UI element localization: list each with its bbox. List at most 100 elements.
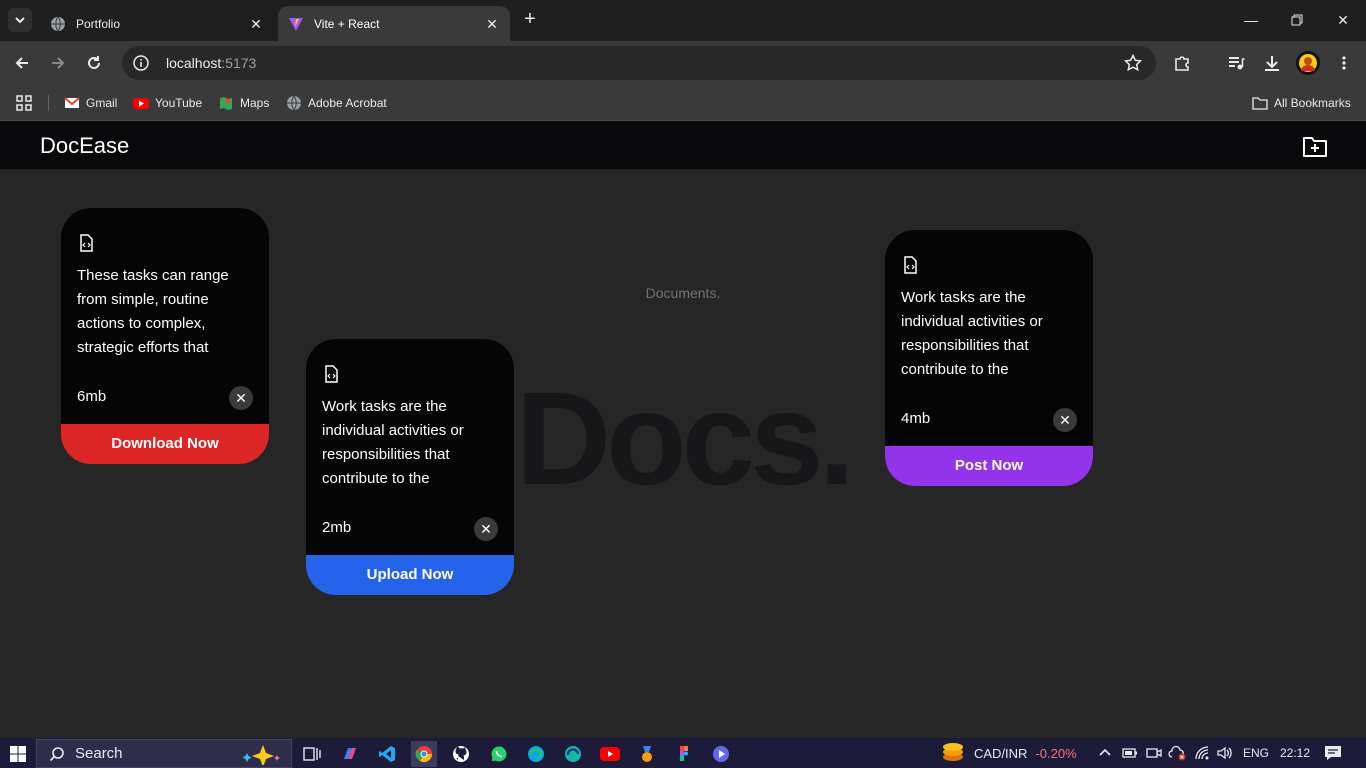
bookmark-adobe-acrobat[interactable]: Adobe Acrobat [286, 91, 387, 115]
close-icon[interactable]: ✕ [1053, 408, 1077, 432]
bookmarks-divider [48, 95, 49, 111]
currency-widget[interactable]: CAD/INR -0.20% [940, 738, 1077, 768]
taskbar-badge-app[interactable] [634, 741, 660, 767]
brand-title: DocEase [40, 133, 130, 158]
taskbar-search[interactable]: Search [36, 739, 292, 768]
volume-indicator[interactable] [1216, 738, 1234, 768]
language-indicator[interactable]: ENG [1243, 738, 1269, 768]
camera-indicator[interactable] [1146, 738, 1162, 768]
copilot-sparkle-icon [242, 745, 280, 765]
wifi-indicator[interactable] [1194, 738, 1210, 768]
close-tab-icon[interactable]: ✕ [248, 16, 264, 32]
tab-vite-react[interactable]: Vite + React ✕ [278, 6, 510, 41]
edge-beta-icon [565, 746, 581, 762]
taskbar-copilot[interactable] [337, 741, 363, 767]
reload-icon [88, 56, 100, 69]
post-now-button[interactable]: Post Now [885, 446, 1093, 486]
download-now-button[interactable]: Download Now [61, 424, 269, 464]
document-card[interactable]: Work tasks are the individual activities… [885, 230, 1093, 486]
tab-title: Vite + React [314, 16, 380, 31]
downloads-button[interactable] [1258, 49, 1286, 77]
new-tab-button[interactable]: + [518, 8, 542, 32]
windows-taskbar: Search CAD/INR -0.20% ENG 22:12 [0, 738, 1366, 768]
chrome-menu-button[interactable] [1330, 49, 1358, 77]
minimize-button[interactable]: — [1228, 0, 1274, 40]
forward-button[interactable] [44, 49, 72, 77]
battery-indicator[interactable] [1122, 738, 1138, 768]
close-icon[interactable]: ✕ [229, 386, 253, 410]
task-view-button[interactable] [299, 741, 325, 767]
add-document-icon[interactable] [1302, 133, 1328, 159]
address-bar[interactable]: localhost:5173 [122, 46, 1156, 80]
url-text: localhost:5173 [166, 55, 257, 71]
task-view-icon [303, 747, 321, 761]
figma-icon [680, 746, 688, 761]
tab-portfolio[interactable]: Portfolio ✕ [40, 6, 274, 41]
globe-icon [287, 95, 301, 111]
media-control-button[interactable] [1222, 49, 1250, 77]
github-icon [453, 746, 469, 762]
show-hidden-icons-button[interactable] [1098, 738, 1112, 768]
more-vertical-icon [1342, 56, 1346, 70]
edge-icon [528, 746, 544, 762]
bookmark-gmail[interactable]: Gmail [64, 91, 117, 115]
taskbar-figma[interactable] [671, 741, 697, 767]
close-icon[interactable]: ✕ [474, 517, 498, 541]
youtube-icon [600, 747, 620, 761]
extensions-button[interactable] [1168, 49, 1196, 77]
apps-button[interactable] [16, 91, 32, 115]
taskbar-media-app[interactable] [708, 741, 734, 767]
back-button[interactable] [8, 49, 36, 77]
search-icon [49, 746, 64, 761]
bookmark-label: Gmail [86, 96, 118, 110]
bookmark-label: Adobe Acrobat [308, 96, 387, 110]
puzzle-icon [1175, 56, 1189, 71]
bookmark-label: Maps [240, 96, 270, 110]
ticker-change: -0.20% [1035, 745, 1077, 761]
document-card[interactable]: These tasks can range from simple, routi… [61, 208, 269, 464]
taskbar-vscode[interactable] [374, 741, 400, 767]
bookmark-youtube[interactable]: YouTube [133, 91, 202, 115]
taskbar-whatsapp[interactable] [486, 741, 512, 767]
card-description: Work tasks are the individual activities… [322, 398, 464, 487]
cloud-error-icon [1168, 745, 1186, 761]
file-code-icon [904, 256, 917, 274]
document-card[interactable]: Work tasks are the individual activities… [306, 339, 514, 595]
clock[interactable]: 22:12 [1280, 738, 1310, 768]
maps-icon [220, 97, 232, 110]
chrome-icon [415, 746, 433, 763]
card-description: Work tasks are the individual activities… [901, 289, 1043, 378]
windows-start-icon[interactable] [8, 744, 28, 764]
card-file-size: 4mb [901, 410, 931, 427]
bookmark-maps[interactable]: Maps [218, 91, 269, 115]
upload-now-button[interactable]: Upload Now [306, 555, 514, 595]
tab-search-button[interactable] [8, 8, 32, 32]
reload-button[interactable] [80, 49, 108, 77]
file-code-icon [325, 365, 338, 383]
search-placeholder: Search [75, 745, 123, 762]
taskbar-edge-beta[interactable] [560, 741, 586, 767]
site-info-icon[interactable] [132, 54, 150, 72]
browser-toolbar: localhost:5173 [0, 41, 1366, 85]
taskbar-chrome[interactable] [411, 741, 437, 767]
whatsapp-icon [491, 746, 507, 762]
vscode-icon [379, 746, 395, 762]
profile-avatar[interactable] [1294, 49, 1322, 77]
ticker-label: CAD/INR [974, 745, 1028, 761]
restore-button[interactable] [1274, 0, 1320, 40]
taskbar-youtube[interactable] [597, 741, 623, 767]
chevron-up-icon [1099, 748, 1111, 756]
cloud-sync-indicator[interactable] [1168, 738, 1188, 768]
close-window-button[interactable]: ✕ [1320, 0, 1366, 40]
media-queue-icon [1229, 57, 1245, 70]
close-tab-icon[interactable]: ✕ [484, 16, 500, 32]
taskbar-github[interactable] [448, 741, 474, 767]
taskbar-edge[interactable] [523, 741, 549, 767]
bookmarks-bar: Gmail YouTube Maps Adobe Acrobat All Boo… [0, 85, 1366, 121]
notification-icon [1325, 746, 1341, 760]
documents-area: Documents. Docs. These tasks can range f… [0, 169, 1366, 738]
notifications-button[interactable] [1324, 738, 1342, 768]
card-file-size: 6mb [77, 388, 107, 405]
all-bookmarks-button[interactable]: All Bookmarks [1252, 91, 1351, 115]
bookmark-star-icon[interactable] [1124, 54, 1142, 72]
